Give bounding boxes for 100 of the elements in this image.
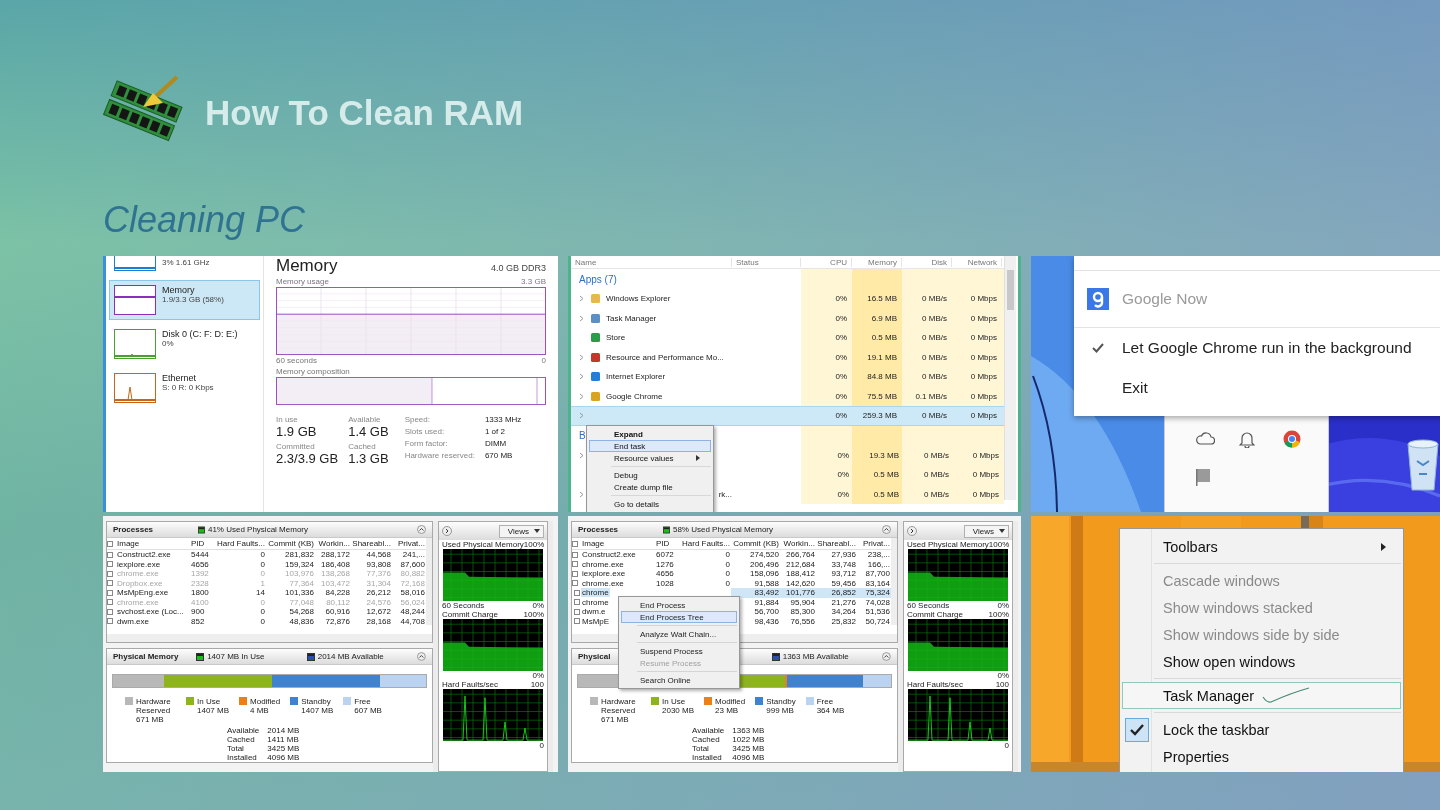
legend-label: Standby: [766, 697, 796, 706]
table-cell-text: 87,700: [864, 569, 891, 579]
memory-available-label: 2014 MB Available: [317, 652, 384, 661]
table-cell-text: 75,324: [864, 588, 891, 598]
table-cell-text: 51,536: [864, 607, 891, 617]
process-name: rk...: [718, 489, 732, 499]
table-cell-text: 6072: [655, 550, 675, 560]
graph-title: Commit Charge: [907, 610, 963, 619]
table-cell-text: 77,376: [365, 569, 392, 579]
table-cell-text: 0: [259, 569, 266, 579]
process-name: Store: [606, 333, 626, 343]
table-cell-text: 59,456: [830, 578, 857, 588]
table-cell-text: 186,408: [320, 559, 351, 569]
spec-label: Form factor:: [404, 439, 449, 448]
table-cell-text: iexplore.exe: [116, 559, 162, 569]
table-cell-text: 158,096: [749, 569, 780, 579]
spec-value: 670 MB: [484, 451, 514, 460]
table-cell-text: 852: [190, 616, 206, 626]
graph-heading: Memory: [276, 256, 338, 276]
table-cell-text: 101,336: [284, 588, 315, 598]
table-cell-text: 0 Mbps: [969, 333, 998, 343]
table-cell-text: 27,936: [830, 550, 857, 560]
memory-usage-label: 58% Used Physical Memory: [672, 525, 773, 534]
legend-value: 1407 MB: [301, 706, 334, 715]
graph-max: 100: [530, 680, 544, 689]
section-title: Cleaning PC: [103, 198, 306, 242]
table-cell-text: 103,976: [284, 569, 315, 579]
legend-value: 4 MB: [250, 706, 270, 715]
graph-min: 0: [1004, 741, 1009, 750]
table-cell-text: 5444: [190, 550, 210, 560]
table-cell-text: 0%: [834, 294, 848, 304]
memory-usage-label: 41% Used Physical Memory: [207, 525, 308, 534]
legend-value: 607 MB: [354, 706, 382, 715]
summary-value: 1363 MB: [732, 726, 765, 735]
summary-label: Total: [692, 744, 710, 753]
table-cell-text: 6.9 MB: [870, 313, 898, 323]
table-cell-text: 4656: [655, 569, 675, 579]
graph-max: 100%: [988, 610, 1009, 619]
table-cell-text: 77,364: [288, 578, 315, 588]
table-cell-text: 0.1 MB/s: [914, 391, 948, 401]
table-cell-text: 241,...: [401, 550, 426, 560]
summary-label: Total: [227, 744, 245, 753]
table-cell-text: 77,048: [288, 597, 315, 607]
table-cell-text: 0 MB/s: [921, 313, 948, 323]
legend-label: In Use: [197, 697, 222, 706]
table-cell-text: 0: [724, 578, 731, 588]
stat-value: 1.4 GB: [348, 424, 389, 439]
legend-label: In Use: [662, 697, 687, 706]
table-cell-text: 93,712: [830, 569, 857, 579]
table-cell-text: 1028: [655, 578, 675, 588]
table-cell-text: 0 Mbps: [971, 450, 1000, 460]
table-cell-text: 0%: [834, 391, 848, 401]
table-cell-text: 56,024: [399, 597, 426, 607]
process-name: Windows Explorer: [606, 294, 671, 304]
process-name: Resource and Performance Mo...: [606, 352, 724, 362]
table-cell-text: 50,724: [864, 616, 891, 626]
summary-label: Available: [692, 726, 725, 735]
stat-label: In use: [276, 415, 299, 424]
table-cell-text: 281,832: [284, 550, 315, 560]
table-cell-text: 0%: [834, 333, 848, 343]
summary-value: 4096 MB: [267, 753, 300, 762]
table-cell-text: 0: [259, 597, 266, 607]
panel-title: Physical Memory: [113, 652, 180, 661]
spec-label: Slots used:: [404, 427, 446, 436]
legend-value: 999 MB: [766, 706, 795, 715]
table-cell-text: 21,276: [830, 597, 857, 607]
table-cell-text: 83,492: [753, 588, 780, 598]
item-detail: S: 0 R: 0 Kbps: [162, 383, 214, 392]
table-cell-text: 288,172: [320, 550, 351, 560]
table-cell-text: 19.1 MB: [866, 352, 898, 362]
memory-type: 4.0 GB DDR3: [490, 263, 546, 273]
table-cell-text: 91,588: [753, 578, 780, 588]
memory-in-use-label: 1407 MB In Use: [207, 652, 265, 661]
table-cell-text: 26,212: [365, 588, 392, 598]
graph-title: Hard Faults/sec: [442, 680, 499, 689]
graph-label: Memory composition: [276, 367, 350, 376]
table-cell-text: MsMpEng.exe: [116, 588, 170, 598]
table-cell-text: 0 Mbps: [969, 391, 998, 401]
table-cell-text: 25,832: [830, 616, 857, 626]
legend-label: Hardware Reserved: [136, 697, 172, 715]
table-cell-text: 4656: [190, 559, 210, 569]
graph-max-label: 3.3 GB: [521, 277, 546, 286]
table-cell-text: chrome.exe: [116, 597, 160, 607]
table-cell-text: 76,556: [789, 616, 816, 626]
graph-min: 0%: [532, 601, 544, 610]
table-cell-text: 138,268: [320, 569, 351, 579]
table-cell: chrome: [581, 588, 610, 598]
table-cell-text: 33,748: [830, 559, 857, 569]
table-cell-text: 26,852: [830, 588, 857, 598]
item-title: Ethernet: [162, 373, 198, 383]
summary-label: Installed: [692, 753, 723, 762]
table-cell-text: 75.5 MB: [866, 391, 898, 401]
graph-max: 100%: [988, 540, 1010, 549]
table-cell-text: 58,016: [399, 588, 426, 598]
summary-value: 2014 MB: [267, 726, 300, 735]
table-cell: dwm.e: [581, 607, 607, 617]
table-cell-text: 0 Mbps: [969, 313, 998, 323]
table-cell-text: 91,884: [753, 597, 780, 607]
table-cell-text: 72,168: [399, 578, 426, 588]
graph-time: 60 Seconds: [442, 601, 485, 610]
